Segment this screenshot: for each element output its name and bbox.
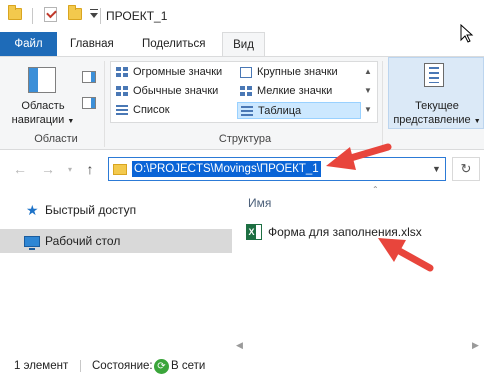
star-icon: ★ xyxy=(26,202,39,218)
item-count: 1 элемент xyxy=(14,360,69,372)
address-row: ← → ▾ ↑ O:\PROJECTS\Movings\ПРОЕКТ_1 ▼ ↻ xyxy=(0,150,484,188)
sync-status-icon: ⟳ xyxy=(154,359,169,374)
navigation-pane: ★ Быстрый доступ Рабочий стол xyxy=(0,190,232,340)
nav-item-desktop[interactable]: Рабочий стол xyxy=(0,229,232,253)
ribbon-tabs: Файл Главная Поделиться Вид xyxy=(0,32,484,56)
window-title: ПРОЕКТ_1 xyxy=(106,9,168,23)
current-view-label-line2: представление ▼ xyxy=(393,114,481,126)
refresh-button[interactable]: ↻ xyxy=(452,157,480,181)
nav-item-label: Быстрый доступ xyxy=(45,203,137,217)
layout-item-label: Таблица xyxy=(258,105,302,117)
group-label-layout: Структура xyxy=(218,133,272,145)
title-bar: ПРОЕКТ_1 xyxy=(0,0,484,32)
column-header-name[interactable]: Имя xyxy=(248,196,271,210)
up-arrow-icon[interactable]: ↑ xyxy=(82,161,98,177)
large-icons-icon xyxy=(240,67,252,78)
toolbar-separator xyxy=(100,8,101,24)
layout-medium-icons[interactable]: Обычные значки xyxy=(113,83,233,100)
layout-gallery-scroll: ▲ ▼ ▼ xyxy=(360,62,376,120)
medium-icons-icon xyxy=(116,86,128,97)
layout-item-label: Список xyxy=(133,104,170,116)
nav-pane-label-line1: Область xyxy=(21,100,65,112)
forward-arrow-icon[interactable]: → xyxy=(40,161,56,177)
new-folder-icon[interactable] xyxy=(68,5,82,20)
scroll-right-icon[interactable]: ▶ xyxy=(472,340,479,351)
layout-extra-large-icons[interactable]: Огромные значки xyxy=(113,64,233,81)
nav-pane-label-line2: навигации ▼ xyxy=(11,114,75,126)
layout-large-icons[interactable]: Крупные значки xyxy=(237,64,361,81)
status-state-label: Состояние: xyxy=(92,360,153,372)
toolbar-separator xyxy=(32,8,33,24)
layout-item-label: Крупные значки xyxy=(257,66,338,78)
navigation-pane-icon xyxy=(28,67,56,93)
nav-pane-label: Область навигации ▼ xyxy=(10,99,76,129)
status-state-value: В сети xyxy=(171,360,206,372)
ribbon-panel: Область навигации ▼ Области Огромные зна… xyxy=(0,56,484,150)
mouse-cursor-icon xyxy=(460,24,474,43)
small-icons-icon xyxy=(240,86,252,97)
group-separator xyxy=(382,61,383,147)
annotation-arrow xyxy=(378,238,434,272)
sort-chevron-icon[interactable]: ⌃ xyxy=(372,185,379,194)
address-dropdown-chevron-icon[interactable]: ▼ xyxy=(432,164,441,174)
scroll-up-icon[interactable]: ▲ xyxy=(360,62,376,81)
desktop-icon xyxy=(24,236,40,250)
folder-icon xyxy=(113,164,127,175)
tab-file[interactable]: Файл xyxy=(0,32,57,56)
tab-view[interactable]: Вид xyxy=(222,32,265,56)
tab-home[interactable]: Главная xyxy=(62,32,122,56)
refresh-icon: ↻ xyxy=(460,161,472,176)
current-view-icon xyxy=(424,63,444,87)
tab-share[interactable]: Поделиться xyxy=(134,32,214,56)
current-view-label-line1: Текущее xyxy=(415,100,459,112)
file-name: Форма для заполнения.xlsx xyxy=(268,225,422,239)
address-path[interactable]: O:\PROJECTS\Movings\ПРОЕКТ_1 xyxy=(132,161,321,177)
status-separator xyxy=(80,360,81,372)
excel-file-icon xyxy=(246,224,262,240)
preview-pane-icon[interactable] xyxy=(82,71,96,83)
address-bar[interactable]: O:\PROJECTS\Movings\ПРОЕКТ_1 xyxy=(108,157,446,181)
chevron-down-icon: ▼ xyxy=(473,118,481,125)
layout-small-icons[interactable]: Мелкие значки xyxy=(237,83,361,100)
folder-icon xyxy=(8,5,22,20)
layout-item-label: Огромные значки xyxy=(133,66,223,78)
group-label-panes: Области xyxy=(34,133,78,145)
extra-large-icons-icon xyxy=(116,67,128,78)
nav-item-quick-access[interactable]: ★ Быстрый доступ xyxy=(0,198,232,222)
scroll-left-icon[interactable]: ◀ xyxy=(236,340,243,351)
gallery-more-icon[interactable]: ▼ xyxy=(360,100,376,119)
scroll-down-icon[interactable]: ▼ xyxy=(360,81,376,100)
layout-gallery: Огромные значки Крупные значки Обычные з… xyxy=(110,61,378,123)
back-arrow-icon[interactable]: ← xyxy=(12,161,28,177)
layout-item-label: Мелкие значки xyxy=(257,85,333,97)
nav-item-label: Рабочий стол xyxy=(45,234,121,248)
list-icon xyxy=(116,105,128,116)
layout-details[interactable]: Таблица xyxy=(237,102,361,119)
details-pane-icon[interactable] xyxy=(82,97,96,109)
group-separator xyxy=(104,61,105,147)
details-icon xyxy=(241,106,253,117)
horizontal-scrollbar[interactable]: ◀ ▶ xyxy=(232,340,484,354)
layout-item-label: Обычные значки xyxy=(133,85,219,97)
chevron-down-icon: ▼ xyxy=(67,118,75,125)
recent-locations-chevron-icon[interactable]: ▾ xyxy=(62,165,78,174)
status-bar: 1 элемент Состояние: ⟳ В сети xyxy=(0,354,484,378)
customize-dropdown-icon[interactable] xyxy=(90,9,98,21)
properties-checkbox-icon[interactable] xyxy=(44,7,57,22)
layout-list[interactable]: Список xyxy=(113,102,233,119)
current-view-label: Текущее представление ▼ xyxy=(392,99,482,129)
